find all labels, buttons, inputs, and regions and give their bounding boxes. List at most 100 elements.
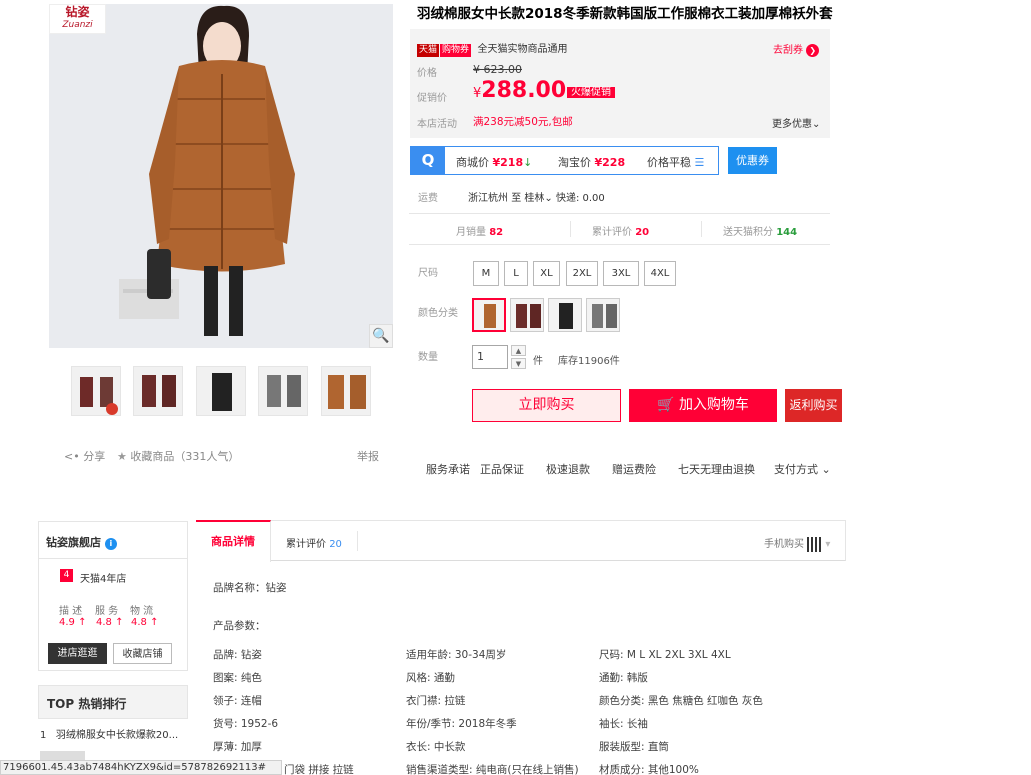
- brand-logo: 钻姿 Zuanzi: [49, 4, 106, 34]
- param-commute: 通勤: 韩版: [599, 672, 648, 684]
- mall-price-label: 商城价: [456, 156, 489, 169]
- shipping-to-word: 至: [511, 193, 522, 204]
- favorite-link[interactable]: ★ 收藏商品（331人气）: [117, 448, 239, 464]
- tmall-points: 送天猫积分 144: [723, 223, 797, 238]
- price-trend-label: 价格平稳: [647, 156, 691, 169]
- mall-price-value: ¥218: [492, 156, 524, 169]
- service-fast-refund[interactable]: 极速退款: [546, 461, 590, 477]
- tab-reviews[interactable]: 累计评价 20: [286, 535, 342, 550]
- rating-header-logistics: 物 流: [130, 606, 154, 617]
- buy-now-button[interactable]: 立即购买: [472, 389, 621, 422]
- rating-header-description: 描 述: [59, 606, 83, 617]
- shipping-express: 快递: 0.00: [555, 193, 605, 204]
- size-option-l[interactable]: L: [504, 261, 528, 286]
- shop-years-badge: 4: [60, 569, 73, 582]
- zoom-magnifier-icon[interactable]: 🔍: [369, 324, 393, 348]
- divider: [357, 531, 358, 551]
- taobao-price: 淘宝价 ¥228: [558, 154, 625, 170]
- divider: [570, 221, 571, 237]
- more-deals-label: 更多优惠: [772, 119, 812, 130]
- quantity-decrease-button[interactable]: ▼: [511, 358, 526, 369]
- shipping-destination-label: 桂林: [524, 193, 545, 204]
- total-reviews[interactable]: 累计评价 20: [592, 223, 649, 238]
- service-genuine[interactable]: 正品保证: [480, 461, 524, 477]
- top-seller-item-1-label: 羽绒棉服女中长款爆款20...: [55, 730, 179, 741]
- share-label: 分享: [83, 450, 106, 463]
- size-option-4xl[interactable]: 4XL: [644, 261, 676, 286]
- params-header: 产品参数：: [213, 620, 266, 632]
- rank-number: 1: [40, 730, 47, 741]
- chevron-down-icon: ▾: [825, 539, 831, 550]
- cart-icon: 🛒: [657, 397, 675, 413]
- shipping-label: 运费: [418, 193, 438, 204]
- quantity-input[interactable]: 1: [472, 345, 508, 369]
- rebate-buy-button[interactable]: 返利购买: [785, 389, 842, 422]
- arrow-up-icon: ↑: [115, 617, 124, 628]
- tab-reviews-count: 20: [329, 539, 342, 550]
- tmall-points-label: 送天猫积分: [723, 227, 773, 238]
- divider: [409, 213, 830, 214]
- price-label: 价格: [417, 68, 437, 79]
- enter-shop-button[interactable]: 进店逛逛: [48, 643, 107, 664]
- star-icon: ★: [117, 450, 127, 463]
- tmall-points-value: 144: [776, 227, 798, 238]
- shipping-destination[interactable]: 桂林⌄: [524, 193, 552, 204]
- divider: [701, 221, 702, 237]
- color-option-gray[interactable]: [586, 298, 620, 332]
- param-channel: 销售渠道类型: 纯电商(只在线上销售): [406, 764, 579, 775]
- thumbnail-2[interactable]: [133, 366, 183, 416]
- main-product-image[interactable]: [49, 4, 393, 348]
- payment-methods[interactable]: 支付方式 ⌄: [774, 461, 831, 477]
- color-label: 颜色分类: [418, 308, 458, 319]
- param-length: 衣长: 中长款: [406, 741, 466, 753]
- thumbnail-4[interactable]: [258, 366, 308, 416]
- promo-text: 全天猫实物商品通用: [477, 44, 568, 55]
- report-link[interactable]: 举报: [357, 448, 379, 464]
- color-option-red-brown[interactable]: [510, 298, 544, 332]
- thumbnail-1[interactable]: [71, 366, 121, 416]
- compare-logo-icon: Q: [411, 147, 445, 174]
- more-deals-link[interactable]: 更多优惠⌄: [772, 115, 820, 130]
- shop-header[interactable]: 钻姿旗舰店 i: [38, 521, 188, 559]
- shop-activity-label: 本店活动: [417, 119, 457, 130]
- top-seller-item-1[interactable]: 1 羽绒棉服女中长款爆款20...: [40, 726, 178, 741]
- size-option-xl[interactable]: XL: [533, 261, 560, 286]
- quantity-increase-button[interactable]: ▲: [511, 345, 526, 356]
- add-to-cart-button[interactable]: 🛒 加入购物车: [629, 389, 777, 422]
- scratch-coupon-link[interactable]: 去刮券 ❯: [773, 41, 820, 57]
- tab-product-detail[interactable]: 商品详情: [196, 520, 271, 562]
- promo-tags: 天猫 购物券 全天猫实物商品通用: [417, 40, 568, 57]
- rating-header-service: 服 务: [95, 606, 119, 617]
- original-price-value: ¥ 623.00: [473, 63, 522, 76]
- monthly-sales-value: 82: [489, 227, 504, 238]
- thumbnail-3[interactable]: [196, 366, 246, 416]
- size-option-3xl[interactable]: 3XL: [603, 261, 639, 286]
- param-fit: 服装版型: 直筒: [599, 741, 669, 753]
- service-seven-day-return[interactable]: 七天无理由退换: [678, 461, 755, 477]
- thumbnail-5[interactable]: [321, 366, 371, 416]
- status-url-bar: 7196601.45.43ab7484hKYZX9&id=57878269211…: [0, 760, 282, 775]
- share-icon: <•: [64, 450, 84, 463]
- shipping-info: 浙江杭州 至 桂林⌄ 快递: 0.00: [468, 189, 605, 204]
- size-option-2xl[interactable]: 2XL: [566, 261, 598, 286]
- voucher-tag: 购物券: [440, 44, 472, 57]
- sale-price: ¥288.00: [473, 78, 566, 103]
- product-title: 羽绒棉服女中长款2018冬季新款韩国版工作服棉衣工装加厚棉袄外套: [417, 6, 833, 22]
- param-thickness: 厚薄: 加厚: [213, 741, 262, 753]
- size-option-m[interactable]: M: [473, 261, 499, 286]
- payment-methods-label: 支付方式: [774, 463, 818, 476]
- qr-code-icon: [807, 536, 823, 552]
- share-link[interactable]: <• 分享: [64, 448, 105, 464]
- favorite-shop-button[interactable]: 收藏店铺: [113, 643, 172, 664]
- rating-description-value: 4.9: [59, 617, 75, 628]
- mobile-buy[interactable]: 手机购买 ▾: [764, 535, 830, 552]
- param-pattern: 图案: 纯色: [213, 672, 262, 684]
- price-trend[interactable]: 价格平稳 ☰: [647, 154, 704, 170]
- menu-lines-icon: ☰: [694, 156, 705, 169]
- color-option-caramel[interactable]: [472, 298, 506, 332]
- taobao-price-value: ¥228: [594, 156, 626, 169]
- coupon-button[interactable]: 优惠券: [728, 147, 777, 174]
- service-shipping-insurance[interactable]: 赠运费险: [612, 461, 656, 477]
- service-label: 服务承诺: [426, 463, 470, 476]
- color-option-black[interactable]: [548, 298, 582, 332]
